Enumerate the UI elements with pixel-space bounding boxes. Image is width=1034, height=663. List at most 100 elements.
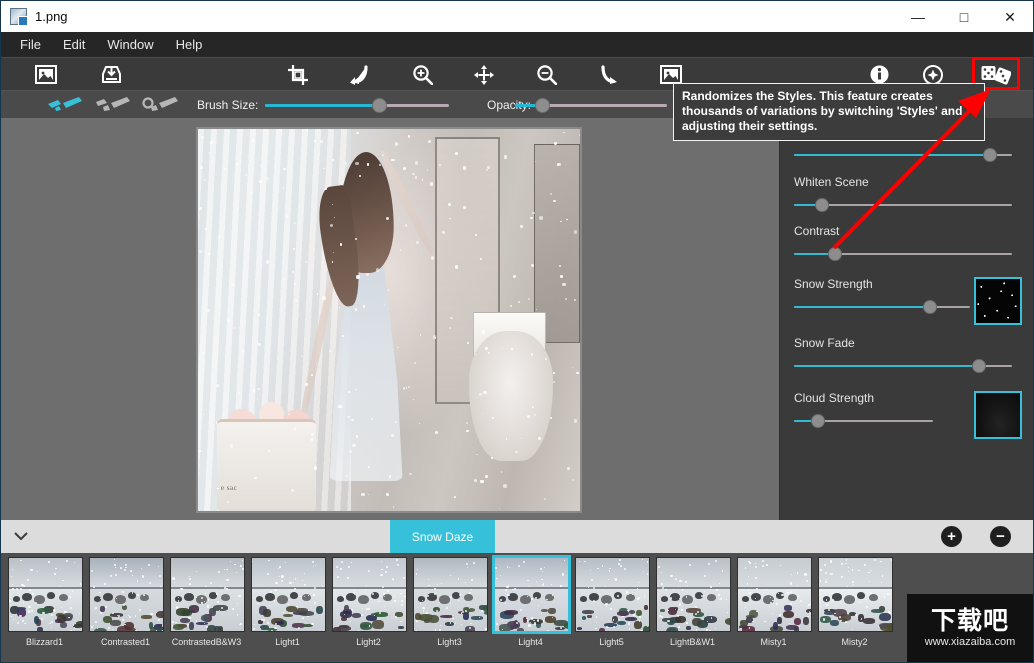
cloud-strength-slider[interactable] <box>794 414 974 428</box>
thumbnail-label: Light3 <box>437 637 462 647</box>
photo-basket <box>217 419 317 511</box>
thumbnail-image <box>252 558 325 631</box>
opacity-slider[interactable] <box>515 98 667 113</box>
menu-item-edit[interactable]: Edit <box>52 34 96 55</box>
chevron-down-icon[interactable] <box>1 520 41 553</box>
window-title: 1.png <box>35 9 68 24</box>
snow-fade-slider[interactable] <box>794 359 1020 373</box>
brush-tool-erase-icon[interactable] <box>93 95 135 115</box>
thumbnail-image <box>90 558 163 631</box>
menu-item-file[interactable]: File <box>9 34 52 55</box>
thumbnail-label: Light1 <box>275 637 300 647</box>
thumbnail-label: Blizzard1 <box>25 637 63 647</box>
snow-texture-swatch[interactable] <box>974 277 1022 325</box>
move-icon[interactable] <box>464 58 504 91</box>
undo-icon[interactable] <box>340 58 380 91</box>
style-thumbnail[interactable] <box>492 555 571 634</box>
image-file-icon <box>10 8 28 26</box>
thumbnail-label: Misty1 <box>760 637 787 647</box>
style-thumbnail[interactable] <box>818 557 893 632</box>
style-thumbnail[interactable] <box>251 557 326 632</box>
thumbnail-image <box>414 558 487 631</box>
style-thumbnail[interactable] <box>8 557 83 632</box>
application-window: 1.png — □ ✕ File Edit Window Help Brush … <box>0 0 1034 663</box>
filmstrip-item[interactable]: Misty2 <box>814 553 895 662</box>
crop-icon[interactable] <box>278 58 318 91</box>
thumbnail-label: LightB&W1 <box>669 637 716 647</box>
thumbnail-image <box>576 558 649 631</box>
zoom-in-icon[interactable] <box>402 58 442 91</box>
style-tab-snow-daze[interactable]: Snow Daze <box>390 520 495 553</box>
thumbnail-image <box>171 558 244 631</box>
thumbnail-image <box>819 558 892 631</box>
thumbnail-image <box>333 558 406 631</box>
remove-style-button[interactable]: − <box>990 526 1011 547</box>
thumbnail-label: Light5 <box>599 637 624 647</box>
zoom-out-icon[interactable] <box>526 58 566 91</box>
style-thumbnail[interactable] <box>413 557 488 632</box>
minimize-button[interactable]: — <box>895 1 941 32</box>
control-whiten-scene: Whiten Scene <box>794 175 1020 212</box>
close-button[interactable]: ✕ <box>987 1 1033 32</box>
image-color-slider[interactable] <box>794 148 1020 162</box>
control-snow-fade: Snow Fade <box>794 336 1020 373</box>
filmstrip-item[interactable]: Light4 <box>490 553 571 662</box>
open-image-icon[interactable] <box>26 58 66 91</box>
thumbnail-image <box>738 558 811 631</box>
filmstrip-item[interactable]: Light5 <box>571 553 652 662</box>
brush-tool-smudge-icon[interactable] <box>141 95 183 115</box>
whiten-scene-slider[interactable] <box>794 198 1020 212</box>
thumbnail-label: Contrasted1 <box>100 637 151 647</box>
filmstrip-item[interactable]: ContrastedB&W3 <box>166 553 247 662</box>
save-image-icon[interactable] <box>91 58 131 91</box>
style-thumbnail[interactable] <box>332 557 407 632</box>
filmstrip-item[interactable]: Light3 <box>409 553 490 662</box>
cloud-texture-swatch[interactable] <box>974 391 1022 439</box>
maximize-button[interactable]: □ <box>941 1 987 32</box>
filmstrip-item[interactable]: Contrasted1 <box>85 553 166 662</box>
style-thumbnail[interactable] <box>737 557 812 632</box>
edited-photo: e sac <box>198 129 580 511</box>
thumbnail-image <box>657 558 730 631</box>
watermark-text: 下载吧 <box>930 606 1009 635</box>
menu-bar: File Edit Window Help <box>1 32 1033 57</box>
filmstrip-item[interactable]: Misty1 <box>733 553 814 662</box>
randomize-tooltip: Randomizes the Styles. This feature crea… <box>673 83 985 141</box>
filmstrip-item[interactable]: Blizzard1 <box>4 553 85 662</box>
control-label: Whiten Scene <box>794 175 869 189</box>
contrast-slider[interactable] <box>794 247 1020 261</box>
site-watermark: 下载吧 www.xiazaiba.com <box>907 594 1033 662</box>
brush-tool-paint-icon[interactable] <box>45 95 87 115</box>
style-thumbnail[interactable] <box>656 557 731 632</box>
style-thumbnail[interactable] <box>89 557 164 632</box>
thumbnail-label: Light2 <box>356 637 381 647</box>
filmstrip-item[interactable]: Light2 <box>328 553 409 662</box>
add-style-button[interactable]: + <box>941 526 962 547</box>
control-label: Contrast <box>794 224 840 238</box>
photo-caption: e sac <box>220 484 238 493</box>
style-thumbnail[interactable] <box>170 557 245 632</box>
filmstrip-item[interactable]: Light1 <box>247 553 328 662</box>
title-bar: 1.png — □ ✕ <box>1 1 1033 32</box>
control-contrast: Contrast <box>794 224 1020 261</box>
redo-icon[interactable] <box>589 58 629 91</box>
control-label: Snow Strength <box>794 277 873 291</box>
style-filmstrip[interactable]: Blizzard1 Contrasted1 ContrastedB&W3 Light1… <box>1 553 1033 662</box>
snow-strength-slider[interactable] <box>794 300 974 314</box>
menu-item-help[interactable]: Help <box>165 34 214 55</box>
image-canvas[interactable]: e sac <box>196 127 582 513</box>
brush-size-slider[interactable] <box>265 98 449 113</box>
watermark-url: www.xiazaiba.com <box>924 636 1016 648</box>
style-bar: Snow Daze + − <box>1 520 1033 553</box>
control-label: Cloud Strength <box>794 391 875 405</box>
control-cloud-strength: Cloud Strength <box>794 391 974 428</box>
photo-figure <box>296 149 436 488</box>
style-thumbnail[interactable] <box>575 557 650 632</box>
photo-chair <box>469 331 554 462</box>
thumbnail-image <box>495 558 568 631</box>
settings-panel: Image Color Whiten Scene Contrast Snow S… <box>779 118 1033 520</box>
window-controls: — □ ✕ <box>895 1 1033 32</box>
thumbnail-image <box>9 558 82 631</box>
menu-item-window[interactable]: Window <box>96 34 164 55</box>
filmstrip-item[interactable]: LightB&W1 <box>652 553 733 662</box>
